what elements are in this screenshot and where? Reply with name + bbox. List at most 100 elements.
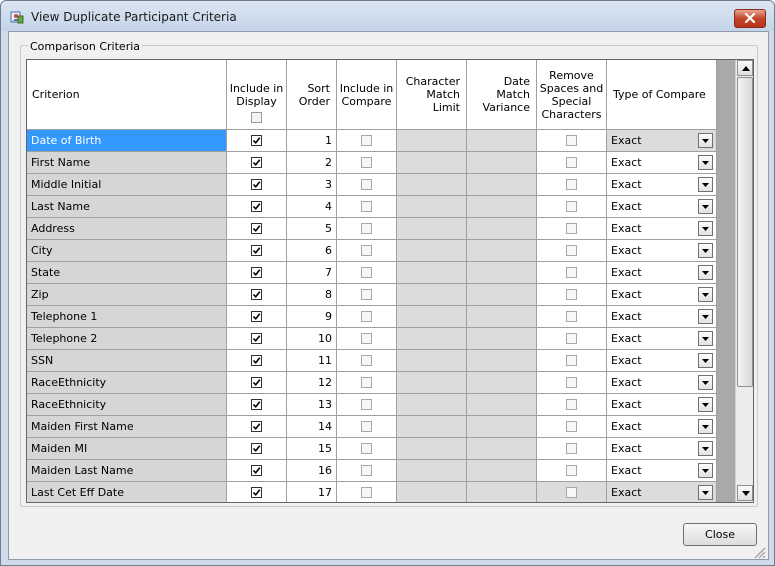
header-remove-spaces[interactable]: Remove Spaces and Special Characters bbox=[537, 60, 607, 130]
include-display-cell[interactable] bbox=[227, 262, 287, 284]
include-display-cell[interactable] bbox=[227, 460, 287, 482]
include-display-checkbox[interactable] bbox=[251, 223, 262, 234]
include-display-cell[interactable] bbox=[227, 130, 287, 152]
include-compare-checkbox[interactable] bbox=[361, 355, 372, 366]
remove-spaces-cell[interactable] bbox=[537, 196, 607, 218]
remove-spaces-checkbox[interactable] bbox=[566, 201, 577, 212]
dropdown-button[interactable] bbox=[698, 133, 713, 148]
include-compare-checkbox[interactable] bbox=[361, 157, 372, 168]
remove-spaces-checkbox[interactable] bbox=[566, 157, 577, 168]
type-of-compare-select[interactable]: Exact bbox=[607, 328, 717, 350]
table-row[interactable]: RaceEthnicity 13 Exact bbox=[27, 394, 735, 416]
include-compare-checkbox[interactable] bbox=[361, 201, 372, 212]
criterion-cell[interactable]: SSN bbox=[27, 350, 227, 372]
remove-spaces-cell[interactable] bbox=[537, 152, 607, 174]
criterion-cell[interactable]: Zip bbox=[27, 284, 227, 306]
include-display-checkbox[interactable] bbox=[251, 157, 262, 168]
remove-spaces-cell[interactable] bbox=[537, 240, 607, 262]
type-of-compare-select[interactable]: Exact bbox=[607, 152, 717, 174]
remove-spaces-checkbox[interactable] bbox=[566, 421, 577, 432]
include-compare-cell[interactable] bbox=[337, 196, 397, 218]
criterion-cell[interactable]: Date of Birth bbox=[27, 130, 227, 152]
dropdown-button[interactable] bbox=[698, 485, 713, 500]
sort-order-cell[interactable]: 13 bbox=[287, 394, 337, 416]
include-compare-cell[interactable] bbox=[337, 394, 397, 416]
include-display-checkbox[interactable] bbox=[251, 465, 262, 476]
sort-order-cell[interactable]: 5 bbox=[287, 218, 337, 240]
header-date-match-variance[interactable]: Date Match Variance bbox=[467, 60, 537, 130]
remove-spaces-checkbox[interactable] bbox=[566, 223, 577, 234]
sort-order-cell[interactable]: 8 bbox=[287, 284, 337, 306]
remove-spaces-cell[interactable] bbox=[537, 306, 607, 328]
header-sort-order[interactable]: Sort Order bbox=[287, 60, 337, 130]
remove-spaces-cell[interactable] bbox=[537, 460, 607, 482]
include-display-cell[interactable] bbox=[227, 372, 287, 394]
sort-order-cell[interactable]: 7 bbox=[287, 262, 337, 284]
include-display-checkbox[interactable] bbox=[251, 443, 262, 454]
include-display-cell[interactable] bbox=[227, 306, 287, 328]
remove-spaces-checkbox[interactable] bbox=[566, 443, 577, 454]
dropdown-button[interactable] bbox=[698, 177, 713, 192]
criterion-cell[interactable]: Telephone 2 bbox=[27, 328, 227, 350]
criterion-cell[interactable]: Maiden Last Name bbox=[27, 460, 227, 482]
type-of-compare-select[interactable]: Exact bbox=[607, 394, 717, 416]
table-row[interactable]: Middle Initial 3 Exact bbox=[27, 174, 735, 196]
include-compare-cell[interactable] bbox=[337, 218, 397, 240]
include-compare-checkbox[interactable] bbox=[361, 421, 372, 432]
remove-spaces-cell[interactable] bbox=[537, 130, 607, 152]
include-display-cell[interactable] bbox=[227, 284, 287, 306]
table-row[interactable]: Last Name 4 Exact bbox=[27, 196, 735, 218]
remove-spaces-cell[interactable] bbox=[537, 372, 607, 394]
scroll-up-button[interactable] bbox=[737, 60, 753, 76]
type-of-compare-select[interactable]: Exact bbox=[607, 350, 717, 372]
remove-spaces-cell[interactable] bbox=[537, 482, 607, 502]
remove-spaces-checkbox[interactable] bbox=[566, 179, 577, 190]
include-compare-cell[interactable] bbox=[337, 438, 397, 460]
criterion-cell[interactable]: Middle Initial bbox=[27, 174, 227, 196]
close-button[interactable]: Close bbox=[683, 523, 757, 546]
include-compare-checkbox[interactable] bbox=[361, 465, 372, 476]
include-compare-checkbox[interactable] bbox=[361, 289, 372, 300]
sort-order-cell[interactable]: 12 bbox=[287, 372, 337, 394]
type-of-compare-select[interactable]: Exact bbox=[607, 284, 717, 306]
include-compare-cell[interactable] bbox=[337, 416, 397, 438]
remove-spaces-checkbox[interactable] bbox=[566, 311, 577, 322]
sort-order-cell[interactable]: 10 bbox=[287, 328, 337, 350]
sort-order-cell[interactable]: 16 bbox=[287, 460, 337, 482]
include-display-cell[interactable] bbox=[227, 218, 287, 240]
type-of-compare-select[interactable]: Exact bbox=[607, 460, 717, 482]
header-character-match-limit[interactable]: Character Match Limit bbox=[397, 60, 467, 130]
remove-spaces-checkbox[interactable] bbox=[566, 399, 577, 410]
criterion-cell[interactable]: First Name bbox=[27, 152, 227, 174]
remove-spaces-checkbox[interactable] bbox=[566, 333, 577, 344]
table-row[interactable]: First Name 2 Exact bbox=[27, 152, 735, 174]
remove-spaces-cell[interactable] bbox=[537, 350, 607, 372]
dropdown-button[interactable] bbox=[698, 221, 713, 236]
include-compare-checkbox[interactable] bbox=[361, 399, 372, 410]
include-display-checkbox[interactable] bbox=[251, 267, 262, 278]
sort-order-cell[interactable]: 6 bbox=[287, 240, 337, 262]
include-compare-checkbox[interactable] bbox=[361, 487, 372, 498]
dropdown-button[interactable] bbox=[698, 331, 713, 346]
include-display-all-checkbox[interactable] bbox=[251, 112, 262, 123]
include-compare-checkbox[interactable] bbox=[361, 333, 372, 344]
include-display-cell[interactable] bbox=[227, 438, 287, 460]
remove-spaces-cell[interactable] bbox=[537, 394, 607, 416]
dropdown-button[interactable] bbox=[698, 463, 713, 478]
remove-spaces-checkbox[interactable] bbox=[566, 289, 577, 300]
resize-grip-icon[interactable] bbox=[752, 545, 766, 559]
dropdown-button[interactable] bbox=[698, 199, 713, 214]
type-of-compare-select[interactable]: Exact bbox=[607, 196, 717, 218]
criterion-cell[interactable]: State bbox=[27, 262, 227, 284]
type-of-compare-select[interactable]: Exact bbox=[607, 482, 717, 502]
sort-order-cell[interactable]: 14 bbox=[287, 416, 337, 438]
include-display-checkbox[interactable] bbox=[251, 289, 262, 300]
type-of-compare-select[interactable]: Exact bbox=[607, 174, 717, 196]
remove-spaces-cell[interactable] bbox=[537, 174, 607, 196]
dropdown-button[interactable] bbox=[698, 309, 713, 324]
table-row[interactable]: Zip 8 Exact bbox=[27, 284, 735, 306]
dropdown-button[interactable] bbox=[698, 441, 713, 456]
include-compare-cell[interactable] bbox=[337, 482, 397, 502]
table-row[interactable]: RaceEthnicity 12 Exact bbox=[27, 372, 735, 394]
include-display-cell[interactable] bbox=[227, 174, 287, 196]
